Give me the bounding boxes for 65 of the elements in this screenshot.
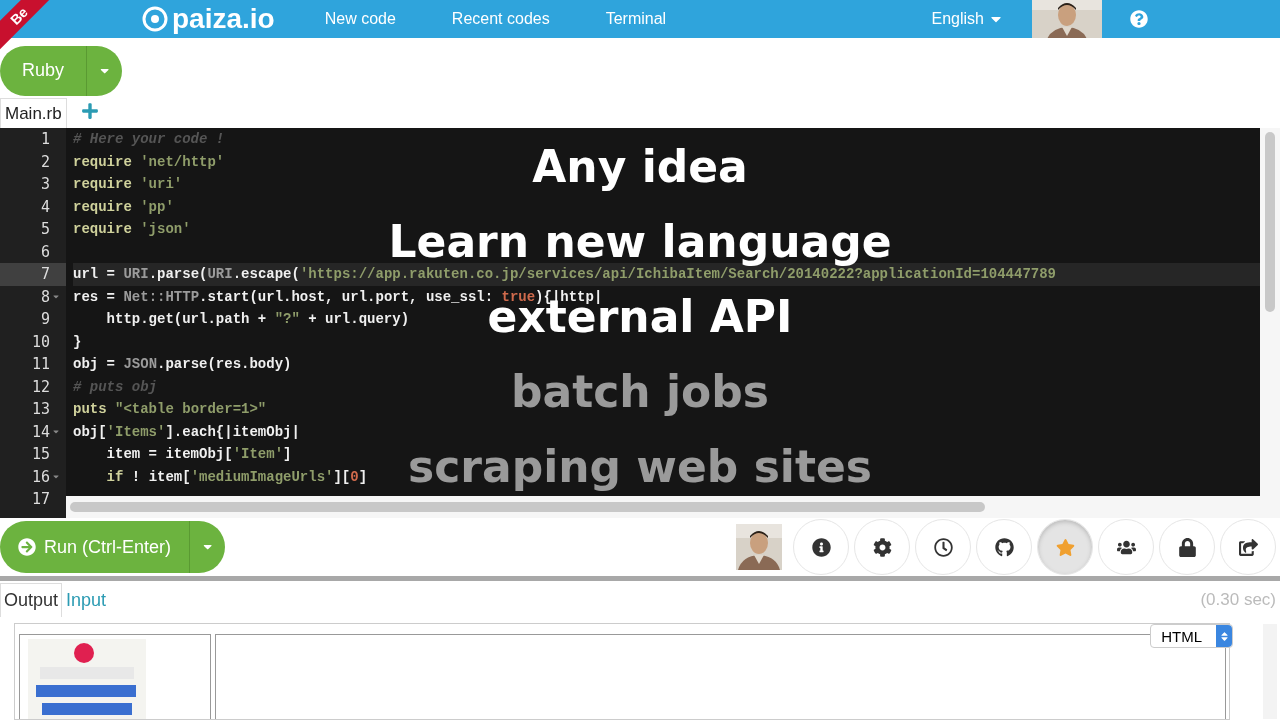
logo-text[interactable]: paiza.io: [172, 3, 275, 35]
nav-link[interactable]: Terminal: [605, 10, 667, 28]
code-line: require 'uri': [73, 176, 183, 192]
line-number: 14: [31, 421, 50, 443]
github-button[interactable]: [976, 519, 1032, 575]
github-icon: [994, 537, 1014, 557]
line-number: 12: [31, 376, 50, 398]
line-number: 17: [31, 489, 50, 510]
star-icon: [1055, 537, 1075, 557]
line-number: 6: [40, 241, 50, 263]
clock-button[interactable]: [915, 519, 971, 575]
settings-button[interactable]: [854, 519, 910, 575]
language-menu[interactable]: English: [931, 10, 1004, 28]
code-line: # puts obj: [73, 378, 157, 395]
line-number: 9: [40, 309, 50, 330]
line-number: 13: [31, 399, 50, 420]
code-line: require 'json': [73, 221, 191, 237]
elapsed-time: (0.30 sec): [1200, 590, 1276, 610]
caret-button[interactable]: [189, 521, 226, 573]
line-number: 1: [40, 129, 50, 150]
nav-link[interactable]: Recent codes: [451, 10, 550, 28]
sort-icon: [1216, 625, 1232, 647]
run-button[interactable]: Run (Ctrl-Enter): [0, 521, 190, 573]
code-line: obj = JSON.parse(res.body): [73, 356, 292, 372]
users-button[interactable]: [1098, 519, 1154, 575]
code-line: }: [73, 333, 82, 350]
settings-icon: [872, 537, 892, 557]
line-number: 4: [40, 196, 50, 218]
line-number: 11: [31, 354, 50, 375]
code-line: require 'pp': [73, 198, 174, 215]
lock-button[interactable]: [1159, 519, 1215, 575]
line-number: 5: [40, 219, 50, 240]
line-number: 3: [40, 174, 50, 195]
nav-link[interactable]: New code: [324, 10, 396, 28]
help-icon[interactable]: [1130, 10, 1148, 28]
line-number: 8: [40, 286, 50, 308]
file-tab[interactable]: Main.rb: [0, 98, 67, 128]
line-number: 16: [31, 466, 50, 488]
info-icon: [811, 537, 831, 557]
code-line: url = URI.parse(URI.escape('https://app.rakuten.co.jp/services/api/IchibaItem/Search/20140222?applicationId=104447789: [73, 266, 1056, 282]
logo-icon: [142, 6, 168, 32]
line-number: 10: [31, 331, 50, 353]
format-select[interactable]: HTML: [1150, 624, 1233, 648]
code-line: http.get(url.path + "?" + url.query): [105, 311, 410, 327]
code-line: obj['Items'].each{|itemObj|: [73, 423, 300, 440]
clock-icon: [933, 537, 953, 557]
code-line: # Here your code !: [73, 131, 225, 147]
code-line: if ! item['mediumImageUrls'][0]: [105, 468, 368, 485]
line-number: 7: [40, 264, 50, 285]
caret-button[interactable]: [86, 45, 123, 96]
output-tab[interactable]: Output: [0, 583, 63, 617]
scrollbar-thumb[interactable]: [70, 502, 985, 512]
code-line: item = itemObj['Item']: [105, 446, 292, 462]
star-button[interactable]: [1037, 519, 1093, 575]
share-icon: [1238, 537, 1258, 557]
plus-icon[interactable]: [80, 102, 99, 120]
lock-icon: [1177, 537, 1197, 557]
line-number: 15: [31, 444, 50, 465]
line-number: 2: [40, 151, 50, 173]
code-line: require 'net/http': [73, 153, 225, 170]
language-button[interactable]: Ruby: [0, 45, 87, 96]
share-button[interactable]: [1220, 519, 1276, 575]
code-line: puts "<table border=1>": [73, 401, 267, 417]
info-button[interactable]: [793, 519, 849, 575]
scrollbar-thumb[interactable]: [1265, 132, 1275, 312]
